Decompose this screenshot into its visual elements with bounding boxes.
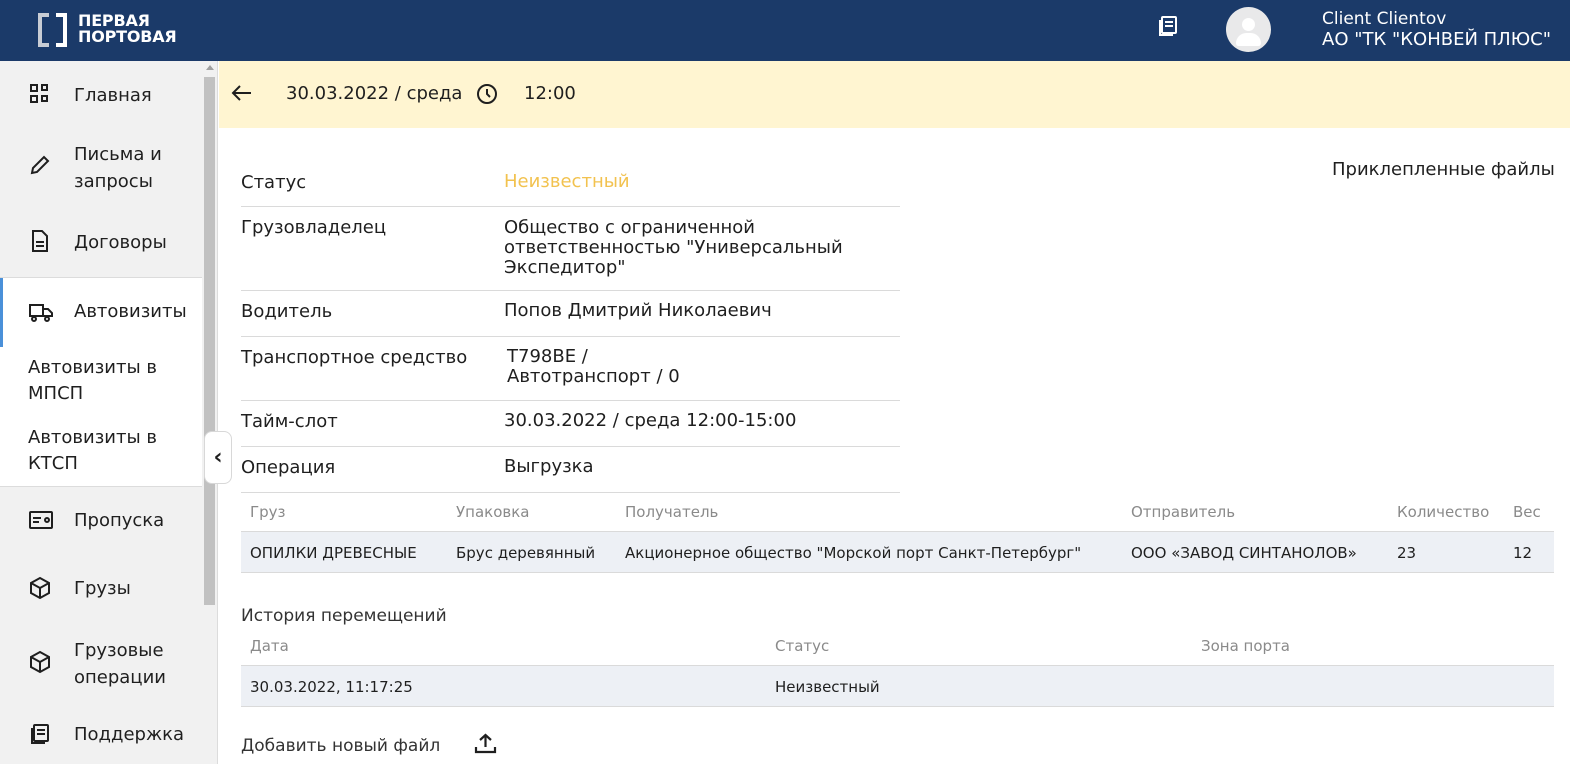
logo-line-2: ПОРТОВАЯ [78, 27, 177, 46]
column-header-date: Дата [250, 637, 289, 655]
column-header-weight: Вес [1513, 503, 1541, 521]
detail-label: Операция [241, 457, 336, 478]
detail-row-operation: Операция Выгрузка [241, 447, 900, 493]
sidebar-collapse-button[interactable]: ‹ [204, 431, 232, 484]
quantity-cell: 23 [1397, 544, 1417, 562]
sender-cell: ООО «ЗАВОД СИНТАНОЛОВ» [1131, 544, 1357, 562]
movement-history-title: История перемещений [241, 606, 447, 626]
user-avatar[interactable] [1226, 7, 1271, 52]
status-value: Неизвестный [504, 171, 630, 192]
detail-row-driver: Водитель Попов Дмитрий Николаевич [241, 291, 900, 337]
sidebar-item-home[interactable]: Главная [0, 61, 202, 131]
status-cell: Неизвестный [775, 678, 880, 696]
user-name[interactable]: Client Clientov [1322, 9, 1446, 29]
sidebar-item-cargo[interactable]: Грузы [0, 555, 202, 623]
box-icon [30, 650, 50, 674]
logo-bracket-icon [38, 13, 72, 47]
visit-time: 12:00 [524, 83, 576, 104]
cargo-owner-value: Общество с ограниченной ответственностью… [504, 217, 843, 278]
sidebar-item-label: Письма и запросы [74, 144, 162, 192]
column-header-quantity: Количество [1397, 503, 1490, 521]
sidebar-item-cargo-operations[interactable]: Грузовые операции [0, 623, 202, 701]
visit-date: 30.03.2022 / среда [286, 83, 463, 104]
scrollbar-thumb[interactable] [204, 77, 215, 605]
pass-card-icon [29, 511, 53, 529]
table-header-row: Груз Упаковка Получатель Отправитель Кол… [241, 492, 1554, 532]
detail-row-status: Статус Неизвестный [241, 160, 900, 207]
book-icon [31, 724, 49, 744]
vehicle-number: Т798ВЕ / [507, 346, 588, 367]
operation-value: Выгрузка [504, 456, 594, 477]
cargo-cell: ОПИЛКИ ДРЕВЕСНЫЕ [250, 544, 417, 562]
recipient-cell: Акционерное общество "Морской порт Санкт… [625, 544, 1082, 562]
attached-files-title: Приклепленные файлы [1332, 159, 1555, 180]
notes-book-icon[interactable] [1156, 14, 1180, 38]
submenu-item-mpsp[interactable]: Автовизиты в МПСП [28, 355, 188, 407]
detail-label: Статус [241, 172, 307, 193]
dashboard-icon [30, 84, 48, 103]
truck-icon [29, 304, 53, 322]
app-header: ПЕРВАЯ ПОРТОВАЯ Client Clientov АО "ТК "… [0, 0, 1570, 61]
back-arrow-icon[interactable] [231, 83, 253, 103]
detail-row-vehicle: Транспортное средство Т798ВЕ / Автотранс… [241, 337, 900, 401]
sidebar-item-letters[interactable]: Письма и запросы [0, 131, 202, 209]
scroll-up-arrow-icon[interactable] [206, 65, 214, 70]
date-cell: 30.03.2022, 11:17:25 [250, 678, 413, 696]
box-icon [30, 576, 50, 600]
detail-label: Транспортное средство [241, 347, 468, 368]
column-header-recipient: Получатель [625, 503, 719, 521]
sidebar-item-support[interactable]: Поддержка [0, 701, 202, 764]
user-organization[interactable]: АО "ТК "КОНВЕЙ ПЛЮС" [1322, 29, 1551, 50]
column-header-packing: Упаковка [456, 503, 530, 521]
company-logo[interactable]: ПЕРВАЯ ПОРТОВАЯ [38, 13, 188, 47]
sidebar-item-auto-visits[interactable]: Автовизиты [0, 277, 202, 347]
table-header-row: Дата Статус Зона порта [241, 626, 1554, 666]
column-header-status: Статус [775, 637, 830, 655]
table-row[interactable]: 30.03.2022, 11:17:25 Неизвестный [241, 666, 1554, 707]
sidebar-item-label: Грузы [74, 578, 131, 599]
sidebar-item-label: Пропуска [74, 510, 165, 531]
weight-cell: 12 [1513, 544, 1533, 562]
column-header-cargo: Груз [250, 503, 286, 521]
pencil-icon [30, 155, 50, 175]
visit-topbar: 30.03.2022 / среда 12:00 [219, 61, 1570, 128]
add-new-file-label[interactable]: Добавить новый файл [241, 736, 440, 756]
column-header-sender: Отправитель [1131, 503, 1236, 521]
column-header-port-zone: Зона порта [1201, 637, 1290, 655]
movement-history-table: Дата Статус Зона порта 30.03.2022, 11:17… [241, 626, 1554, 707]
sidebar-item-label: Поддержка [74, 724, 185, 745]
time-slot-value: 30.03.2022 / среда 12:00-15:00 [504, 410, 797, 431]
cargo-table: Груз Упаковка Получатель Отправитель Кол… [241, 492, 1554, 573]
sidebar-item-contracts[interactable]: Договоры [0, 209, 202, 277]
detail-label: Водитель [241, 301, 333, 322]
auto-visits-submenu: Автовизиты в МПСП Автовизиты в КТСП [0, 347, 202, 487]
sidebar-item-label: Автовизиты [74, 301, 187, 322]
driver-value: Попов Дмитрий Николаевич [504, 300, 772, 321]
table-row[interactable]: ОПИЛКИ ДРЕВЕСНЫЕ Брус деревянный Акционе… [241, 532, 1554, 573]
document-icon [32, 230, 48, 252]
sidebar-scrollbar[interactable] [202, 61, 217, 764]
sidebar-item-passes[interactable]: Пропуска [0, 487, 202, 555]
submenu-item-ktsp[interactable]: Автовизиты в КТСП [28, 425, 188, 477]
upload-icon[interactable] [473, 732, 498, 756]
packing-cell: Брус деревянный [456, 544, 596, 562]
detail-label: Грузовладелец [241, 217, 387, 238]
detail-row-cargo-owner: Грузовладелец Общество с ограниченной от… [241, 207, 900, 291]
detail-row-time-slot: Тайм-слот 30.03.2022 / среда 12:00-15:00 [241, 401, 900, 447]
sidebar: Главная Письма и запросы Договоры Автови… [0, 61, 218, 764]
sidebar-item-label: Договоры [74, 232, 167, 253]
sidebar-item-label: Главная [74, 85, 152, 106]
sidebar-item-label: Грузовые операции [74, 640, 166, 688]
detail-label: Тайм-слот [241, 411, 338, 432]
clock-icon [477, 84, 497, 104]
vehicle-type: Автотранспорт / 0 [507, 366, 680, 387]
